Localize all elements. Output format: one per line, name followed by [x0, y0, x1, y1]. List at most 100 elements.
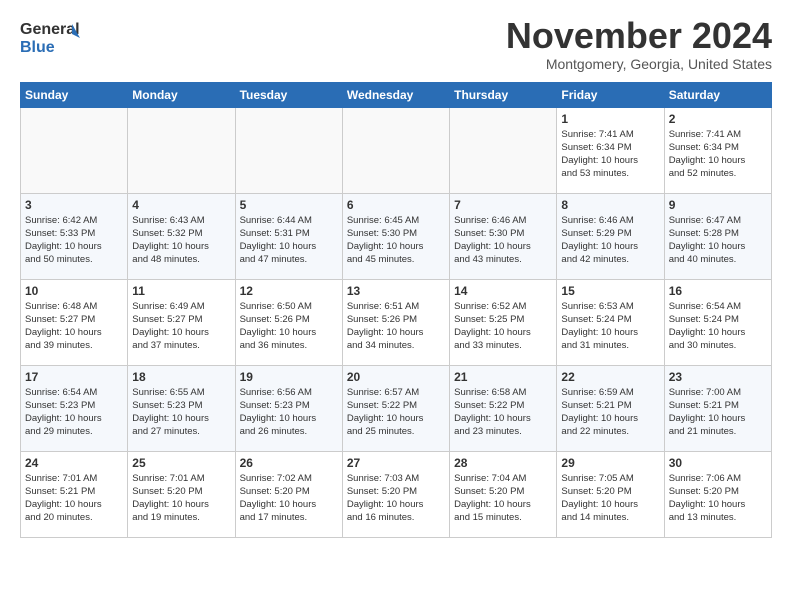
day-info: Sunrise: 6:50 AM Sunset: 5:26 PM Dayligh…: [240, 300, 338, 353]
title-block: November 2024 Montgomery, Georgia, Unite…: [506, 16, 772, 72]
day-number: 11: [132, 284, 230, 298]
day-info: Sunrise: 6:49 AM Sunset: 5:27 PM Dayligh…: [132, 300, 230, 353]
day-info: Sunrise: 7:02 AM Sunset: 5:20 PM Dayligh…: [240, 472, 338, 525]
calendar-cell: 16 Sunrise: 6:54 AM Sunset: 5:24 PM Dayli…: [664, 279, 771, 365]
calendar-cell: [128, 107, 235, 193]
day-info: Sunrise: 6:55 AM Sunset: 5:23 PM Dayligh…: [132, 386, 230, 439]
day-number: 8: [561, 198, 659, 212]
day-info: Sunrise: 6:42 AM Sunset: 5:33 PM Dayligh…: [25, 214, 123, 267]
calendar-cell: 25Sunrise: 7:01 AM Sunset: 5:20 PM Dayli…: [128, 451, 235, 537]
day-info: Sunrise: 7:01 AM Sunset: 5:20 PM Dayligh…: [132, 472, 230, 525]
header: GeneralBlue November 2024 Montgomery, Ge…: [20, 16, 772, 72]
col-header-wednesday: Wednesday: [342, 82, 449, 107]
calendar-cell: 13 Sunrise: 6:51 AM Sunset: 5:26 PM Dayli…: [342, 279, 449, 365]
calendar-cell: 8 Sunrise: 6:46 AM Sunset: 5:29 PM Daylig…: [557, 193, 664, 279]
col-header-friday: Friday: [557, 82, 664, 107]
calendar-cell: 26 Sunrise: 7:02 AM Sunset: 5:20 PM Dayli…: [235, 451, 342, 537]
day-number: 18: [132, 370, 230, 384]
calendar-cell: 5 Sunrise: 6:44 AM Sunset: 5:31 PM Daylig…: [235, 193, 342, 279]
calendar-cell: [342, 107, 449, 193]
day-info: Sunrise: 7:41 AM Sunset: 6:34 PM Dayligh…: [669, 128, 767, 181]
day-number: 3: [25, 198, 123, 212]
week-row-4: 17Sunrise: 6:54 AM Sunset: 5:23 PM Dayli…: [21, 365, 772, 451]
day-info: Sunrise: 7:06 AM Sunset: 5:20 PM Dayligh…: [669, 472, 767, 525]
col-header-tuesday: Tuesday: [235, 82, 342, 107]
calendar-cell: 9Sunrise: 6:47 AM Sunset: 5:28 PM Daylig…: [664, 193, 771, 279]
day-info: Sunrise: 7:00 AM Sunset: 5:21 PM Dayligh…: [669, 386, 767, 439]
calendar-cell: 1Sunrise: 7:41 AM Sunset: 6:34 PM Daylig…: [557, 107, 664, 193]
day-info: Sunrise: 6:59 AM Sunset: 5:21 PM Dayligh…: [561, 386, 659, 439]
day-number: 14: [454, 284, 552, 298]
day-info: Sunrise: 7:41 AM Sunset: 6:34 PM Dayligh…: [561, 128, 659, 181]
day-number: 30: [669, 456, 767, 470]
calendar-cell: 28Sunrise: 7:04 AM Sunset: 5:20 PM Dayli…: [450, 451, 557, 537]
day-info: Sunrise: 6:48 AM Sunset: 5:27 PM Dayligh…: [25, 300, 123, 353]
svg-text:Blue: Blue: [20, 39, 55, 56]
calendar-cell: 18 Sunrise: 6:55 AM Sunset: 5:23 PM Dayli…: [128, 365, 235, 451]
calendar-cell: 27Sunrise: 7:03 AM Sunset: 5:20 PM Dayli…: [342, 451, 449, 537]
day-number: 7: [454, 198, 552, 212]
calendar-cell: 29 Sunrise: 7:05 AM Sunset: 5:20 PM Dayli…: [557, 451, 664, 537]
calendar-cell: 7 Sunrise: 6:46 AM Sunset: 5:30 PM Daylig…: [450, 193, 557, 279]
day-info: Sunrise: 6:44 AM Sunset: 5:31 PM Dayligh…: [240, 214, 338, 267]
svg-text:General: General: [20, 21, 80, 38]
day-number: 16: [669, 284, 767, 298]
calendar-cell: [235, 107, 342, 193]
day-number: 22: [561, 370, 659, 384]
day-number: 15: [561, 284, 659, 298]
day-info: Sunrise: 7:04 AM Sunset: 5:20 PM Dayligh…: [454, 472, 552, 525]
calendar-cell: [450, 107, 557, 193]
day-number: 4: [132, 198, 230, 212]
day-info: Sunrise: 6:58 AM Sunset: 5:22 PM Dayligh…: [454, 386, 552, 439]
day-number: 24: [25, 456, 123, 470]
day-info: Sunrise: 6:57 AM Sunset: 5:22 PM Dayligh…: [347, 386, 445, 439]
day-number: 29: [561, 456, 659, 470]
day-info: Sunrise: 6:54 AM Sunset: 5:24 PM Dayligh…: [669, 300, 767, 353]
day-info: Sunrise: 7:01 AM Sunset: 5:21 PM Dayligh…: [25, 472, 123, 525]
calendar-cell: 10Sunrise: 6:48 AM Sunset: 5:27 PM Dayli…: [21, 279, 128, 365]
calendar-body: 1Sunrise: 7:41 AM Sunset: 6:34 PM Daylig…: [21, 107, 772, 537]
calendar-cell: 23 Sunrise: 7:00 AM Sunset: 5:21 PM Dayli…: [664, 365, 771, 451]
day-info: Sunrise: 6:53 AM Sunset: 5:24 PM Dayligh…: [561, 300, 659, 353]
calendar-cell: 2 Sunrise: 7:41 AM Sunset: 6:34 PM Daylig…: [664, 107, 771, 193]
col-header-monday: Monday: [128, 82, 235, 107]
calendar-cell: 4 Sunrise: 6:43 AM Sunset: 5:32 PM Daylig…: [128, 193, 235, 279]
day-number: 6: [347, 198, 445, 212]
day-info: Sunrise: 6:46 AM Sunset: 5:29 PM Dayligh…: [561, 214, 659, 267]
calendar-header-row: SundayMondayTuesdayWednesdayThursdayFrid…: [21, 82, 772, 107]
day-number: 26: [240, 456, 338, 470]
col-header-sunday: Sunday: [21, 82, 128, 107]
day-info: Sunrise: 6:56 AM Sunset: 5:23 PM Dayligh…: [240, 386, 338, 439]
day-number: 19: [240, 370, 338, 384]
calendar-cell: 19 Sunrise: 6:56 AM Sunset: 5:23 PM Dayli…: [235, 365, 342, 451]
month-title: November 2024: [506, 16, 772, 56]
location: Montgomery, Georgia, United States: [506, 56, 772, 72]
day-info: Sunrise: 7:05 AM Sunset: 5:20 PM Dayligh…: [561, 472, 659, 525]
day-number: 20: [347, 370, 445, 384]
calendar-cell: 12 Sunrise: 6:50 AM Sunset: 5:26 PM Dayli…: [235, 279, 342, 365]
day-info: Sunrise: 6:47 AM Sunset: 5:28 PM Dayligh…: [669, 214, 767, 267]
calendar-cell: 11 Sunrise: 6:49 AM Sunset: 5:27 PM Dayli…: [128, 279, 235, 365]
day-info: Sunrise: 6:54 AM Sunset: 5:23 PM Dayligh…: [25, 386, 123, 439]
week-row-3: 10Sunrise: 6:48 AM Sunset: 5:27 PM Dayli…: [21, 279, 772, 365]
day-number: 13: [347, 284, 445, 298]
day-info: Sunrise: 6:43 AM Sunset: 5:32 PM Dayligh…: [132, 214, 230, 267]
col-header-thursday: Thursday: [450, 82, 557, 107]
day-info: Sunrise: 6:52 AM Sunset: 5:25 PM Dayligh…: [454, 300, 552, 353]
day-number: 12: [240, 284, 338, 298]
week-row-5: 24 Sunrise: 7:01 AM Sunset: 5:21 PM Dayli…: [21, 451, 772, 537]
day-number: 5: [240, 198, 338, 212]
day-info: Sunrise: 6:46 AM Sunset: 5:30 PM Dayligh…: [454, 214, 552, 267]
day-info: Sunrise: 6:51 AM Sunset: 5:26 PM Dayligh…: [347, 300, 445, 353]
calendar-table: SundayMondayTuesdayWednesdayThursdayFrid…: [20, 82, 772, 538]
day-number: 2: [669, 112, 767, 126]
col-header-saturday: Saturday: [664, 82, 771, 107]
page: GeneralBlue November 2024 Montgomery, Ge…: [0, 0, 792, 554]
day-number: 23: [669, 370, 767, 384]
calendar-cell: 3 Sunrise: 6:42 AM Sunset: 5:33 PM Daylig…: [21, 193, 128, 279]
calendar-cell: [21, 107, 128, 193]
calendar-cell: 17Sunrise: 6:54 AM Sunset: 5:23 PM Dayli…: [21, 365, 128, 451]
calendar-cell: 30 Sunrise: 7:06 AM Sunset: 5:20 PM Dayli…: [664, 451, 771, 537]
day-info: Sunrise: 7:03 AM Sunset: 5:20 PM Dayligh…: [347, 472, 445, 525]
calendar-cell: 24 Sunrise: 7:01 AM Sunset: 5:21 PM Dayli…: [21, 451, 128, 537]
